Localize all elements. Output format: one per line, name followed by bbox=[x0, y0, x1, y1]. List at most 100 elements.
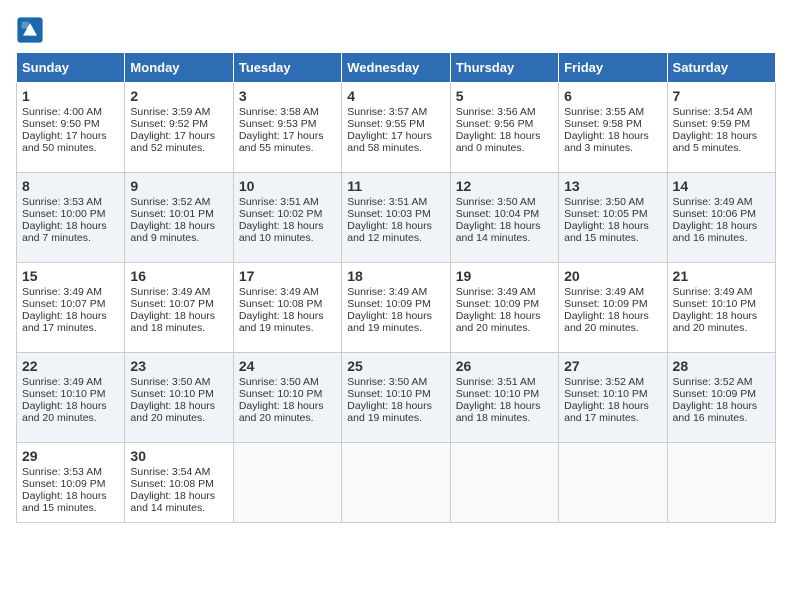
sunrise-text: Sunrise: 3:51 AM bbox=[456, 376, 536, 388]
day-number: 14 bbox=[673, 178, 770, 194]
sunset-text: Sunset: 10:01 PM bbox=[130, 208, 213, 220]
day-number: 10 bbox=[239, 178, 336, 194]
calendar-week-row: 1 Sunrise: 4:00 AM Sunset: 9:50 PM Dayli… bbox=[17, 83, 776, 173]
sunset-text: Sunset: 9:59 PM bbox=[673, 118, 751, 130]
sunset-text: Sunset: 10:10 PM bbox=[239, 388, 322, 400]
day-number: 29 bbox=[22, 448, 119, 464]
weekday-header: Sunday bbox=[17, 53, 125, 83]
sunrise-text: Sunrise: 3:54 AM bbox=[130, 466, 210, 478]
sunset-text: Sunset: 9:58 PM bbox=[564, 118, 642, 130]
sunrise-text: Sunrise: 3:50 AM bbox=[239, 376, 319, 388]
daylight-text: Daylight: 18 hours and 19 minutes. bbox=[347, 400, 432, 424]
sunrise-text: Sunrise: 3:53 AM bbox=[22, 196, 102, 208]
calendar-day-cell: 9 Sunrise: 3:52 AM Sunset: 10:01 PM Dayl… bbox=[125, 173, 233, 263]
day-number: 28 bbox=[673, 358, 770, 374]
day-number: 12 bbox=[456, 178, 553, 194]
sunset-text: Sunset: 10:04 PM bbox=[456, 208, 539, 220]
daylight-text: Daylight: 18 hours and 18 minutes. bbox=[130, 310, 215, 334]
sunrise-text: Sunrise: 3:56 AM bbox=[456, 106, 536, 118]
weekday-header: Wednesday bbox=[342, 53, 450, 83]
sunrise-text: Sunrise: 3:49 AM bbox=[130, 286, 210, 298]
sunset-text: Sunset: 10:09 PM bbox=[22, 478, 105, 490]
day-number: 5 bbox=[456, 88, 553, 104]
day-number: 1 bbox=[22, 88, 119, 104]
day-number: 20 bbox=[564, 268, 661, 284]
calendar-day-cell: 15 Sunrise: 3:49 AM Sunset: 10:07 PM Day… bbox=[17, 263, 125, 353]
sunrise-text: Sunrise: 3:49 AM bbox=[456, 286, 536, 298]
weekday-header: Saturday bbox=[667, 53, 775, 83]
sunset-text: Sunset: 9:52 PM bbox=[130, 118, 208, 130]
calendar-day-cell bbox=[559, 443, 667, 523]
sunrise-text: Sunrise: 3:52 AM bbox=[130, 196, 210, 208]
daylight-text: Daylight: 18 hours and 20 minutes. bbox=[239, 400, 324, 424]
calendar-week-row: 15 Sunrise: 3:49 AM Sunset: 10:07 PM Day… bbox=[17, 263, 776, 353]
daylight-text: Daylight: 18 hours and 20 minutes. bbox=[673, 310, 758, 334]
calendar-day-cell bbox=[450, 443, 558, 523]
sunset-text: Sunset: 10:08 PM bbox=[130, 478, 213, 490]
day-number: 16 bbox=[130, 268, 227, 284]
sunset-text: Sunset: 9:53 PM bbox=[239, 118, 317, 130]
calendar-day-cell: 8 Sunrise: 3:53 AM Sunset: 10:00 PM Dayl… bbox=[17, 173, 125, 263]
page-header bbox=[16, 16, 776, 44]
calendar-day-cell: 25 Sunrise: 3:50 AM Sunset: 10:10 PM Day… bbox=[342, 353, 450, 443]
calendar-week-row: 22 Sunrise: 3:49 AM Sunset: 10:10 PM Day… bbox=[17, 353, 776, 443]
daylight-text: Daylight: 18 hours and 20 minutes. bbox=[564, 310, 649, 334]
calendar-day-cell: 20 Sunrise: 3:49 AM Sunset: 10:09 PM Day… bbox=[559, 263, 667, 353]
sunrise-text: Sunrise: 3:50 AM bbox=[456, 196, 536, 208]
daylight-text: Daylight: 18 hours and 0 minutes. bbox=[456, 130, 541, 154]
calendar-day-cell: 6 Sunrise: 3:55 AM Sunset: 9:58 PM Dayli… bbox=[559, 83, 667, 173]
sunset-text: Sunset: 9:56 PM bbox=[456, 118, 534, 130]
sunset-text: Sunset: 10:03 PM bbox=[347, 208, 430, 220]
sunset-text: Sunset: 9:55 PM bbox=[347, 118, 425, 130]
sunrise-text: Sunrise: 3:49 AM bbox=[564, 286, 644, 298]
logo bbox=[16, 16, 48, 44]
sunrise-text: Sunrise: 3:50 AM bbox=[130, 376, 210, 388]
sunset-text: Sunset: 10:06 PM bbox=[673, 208, 756, 220]
sunset-text: Sunset: 10:08 PM bbox=[239, 298, 322, 310]
sunrise-text: Sunrise: 3:49 AM bbox=[22, 286, 102, 298]
sunset-text: Sunset: 9:50 PM bbox=[22, 118, 100, 130]
sunrise-text: Sunrise: 3:49 AM bbox=[239, 286, 319, 298]
sunrise-text: Sunrise: 3:57 AM bbox=[347, 106, 427, 118]
sunset-text: Sunset: 10:10 PM bbox=[564, 388, 647, 400]
weekday-header: Thursday bbox=[450, 53, 558, 83]
calendar-day-cell: 30 Sunrise: 3:54 AM Sunset: 10:08 PM Day… bbox=[125, 443, 233, 523]
calendar-day-cell: 24 Sunrise: 3:50 AM Sunset: 10:10 PM Day… bbox=[233, 353, 341, 443]
calendar-header-row: SundayMondayTuesdayWednesdayThursdayFrid… bbox=[17, 53, 776, 83]
daylight-text: Daylight: 18 hours and 18 minutes. bbox=[456, 400, 541, 424]
day-number: 2 bbox=[130, 88, 227, 104]
calendar-day-cell: 5 Sunrise: 3:56 AM Sunset: 9:56 PM Dayli… bbox=[450, 83, 558, 173]
day-number: 4 bbox=[347, 88, 444, 104]
day-number: 21 bbox=[673, 268, 770, 284]
daylight-text: Daylight: 18 hours and 15 minutes. bbox=[22, 490, 107, 514]
sunrise-text: Sunrise: 3:59 AM bbox=[130, 106, 210, 118]
calendar-day-cell: 23 Sunrise: 3:50 AM Sunset: 10:10 PM Day… bbox=[125, 353, 233, 443]
sunrise-text: Sunrise: 3:49 AM bbox=[22, 376, 102, 388]
calendar-day-cell: 7 Sunrise: 3:54 AM Sunset: 9:59 PM Dayli… bbox=[667, 83, 775, 173]
sunrise-text: Sunrise: 3:53 AM bbox=[22, 466, 102, 478]
calendar-day-cell: 19 Sunrise: 3:49 AM Sunset: 10:09 PM Day… bbox=[450, 263, 558, 353]
sunset-text: Sunset: 10:10 PM bbox=[456, 388, 539, 400]
sunset-text: Sunset: 10:09 PM bbox=[347, 298, 430, 310]
calendar-day-cell: 22 Sunrise: 3:49 AM Sunset: 10:10 PM Day… bbox=[17, 353, 125, 443]
calendar-day-cell: 18 Sunrise: 3:49 AM Sunset: 10:09 PM Day… bbox=[342, 263, 450, 353]
daylight-text: Daylight: 18 hours and 9 minutes. bbox=[130, 220, 215, 244]
calendar-week-row: 8 Sunrise: 3:53 AM Sunset: 10:00 PM Dayl… bbox=[17, 173, 776, 263]
sunrise-text: Sunrise: 3:58 AM bbox=[239, 106, 319, 118]
calendar-day-cell bbox=[233, 443, 341, 523]
calendar-day-cell: 12 Sunrise: 3:50 AM Sunset: 10:04 PM Day… bbox=[450, 173, 558, 263]
sunrise-text: Sunrise: 3:50 AM bbox=[347, 376, 427, 388]
day-number: 18 bbox=[347, 268, 444, 284]
daylight-text: Daylight: 18 hours and 20 minutes. bbox=[130, 400, 215, 424]
sunset-text: Sunset: 10:07 PM bbox=[22, 298, 105, 310]
calendar-day-cell: 16 Sunrise: 3:49 AM Sunset: 10:07 PM Day… bbox=[125, 263, 233, 353]
daylight-text: Daylight: 18 hours and 12 minutes. bbox=[347, 220, 432, 244]
calendar-week-row: 29 Sunrise: 3:53 AM Sunset: 10:09 PM Day… bbox=[17, 443, 776, 523]
sunset-text: Sunset: 10:09 PM bbox=[456, 298, 539, 310]
weekday-header: Tuesday bbox=[233, 53, 341, 83]
day-number: 3 bbox=[239, 88, 336, 104]
calendar-day-cell: 1 Sunrise: 4:00 AM Sunset: 9:50 PM Dayli… bbox=[17, 83, 125, 173]
sunset-text: Sunset: 10:00 PM bbox=[22, 208, 105, 220]
daylight-text: Daylight: 18 hours and 19 minutes. bbox=[347, 310, 432, 334]
sunrise-text: Sunrise: 3:50 AM bbox=[564, 196, 644, 208]
